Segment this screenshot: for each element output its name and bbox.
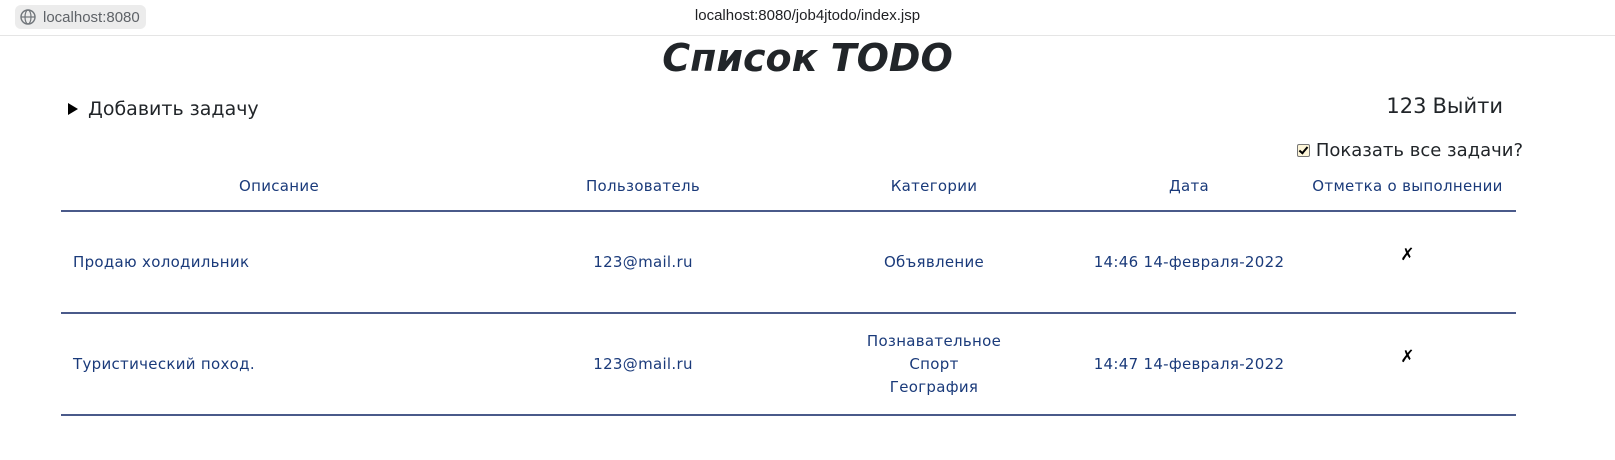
table-row: Продаю холодильник 123@mail.ru Объявлени… <box>61 211 1516 314</box>
task-date: 14:47 14-февраля-2022 <box>1079 313 1299 416</box>
task-categories: Объявление <box>789 211 1079 314</box>
category-label: География <box>889 377 979 396</box>
done-mark-toggle[interactable]: ✗ <box>1400 245 1415 265</box>
category-label: Познавательное <box>866 331 1002 350</box>
task-done-cell: ✗ <box>1299 313 1516 416</box>
task-done-cell: ✗ <box>1299 211 1516 314</box>
add-task-toggle[interactable]: Добавить задачу <box>68 98 259 120</box>
task-user: 123@mail.ru <box>497 313 789 416</box>
header-user: Пользователь <box>497 162 789 212</box>
task-description: Туристический поход. <box>61 313 497 416</box>
show-all-label: Показать все задачи? <box>1315 140 1523 161</box>
show-all-checkbox[interactable] <box>1296 144 1310 157</box>
add-task-label: Добавить задачу <box>88 98 259 120</box>
logout-link[interactable]: Выйти <box>1432 94 1503 118</box>
done-mark-toggle[interactable]: ✗ <box>1400 347 1415 367</box>
header-date: Дата <box>1079 162 1299 212</box>
browser-address-bar: localhost:8080 localhost:8080/job4jtodo/… <box>0 0 1615 36</box>
task-categories: Познавательное Спорт География <box>789 313 1079 416</box>
task-description: Продаю холодильник <box>61 211 497 314</box>
task-user: 123@mail.ru <box>497 211 789 314</box>
disclosure-triangle-icon <box>68 103 78 115</box>
page-title: Список TODO <box>662 36 953 80</box>
table-header-row: Описание Пользователь Категории Дата Отм… <box>61 162 1516 212</box>
user-area: 123 Выйти <box>1386 94 1503 118</box>
user-name: 123 <box>1386 94 1427 118</box>
task-date: 14:46 14-февраля-2022 <box>1079 211 1299 314</box>
show-all-tasks-toggle[interactable]: Показать все задачи? <box>1296 140 1523 161</box>
category-label: Спорт <box>909 354 959 373</box>
tasks-table: Описание Пользователь Категории Дата Отм… <box>61 162 1516 416</box>
category-label: Объявление <box>883 252 985 271</box>
header-description: Описание <box>61 162 497 212</box>
header-done-mark: Отметка о выполнении <box>1299 162 1516 212</box>
table-row: Туристический поход. 123@mail.ru Познава… <box>61 313 1516 416</box>
url-text[interactable]: localhost:8080/job4jtodo/index.jsp <box>0 7 1615 24</box>
header-categories: Категории <box>789 162 1079 212</box>
